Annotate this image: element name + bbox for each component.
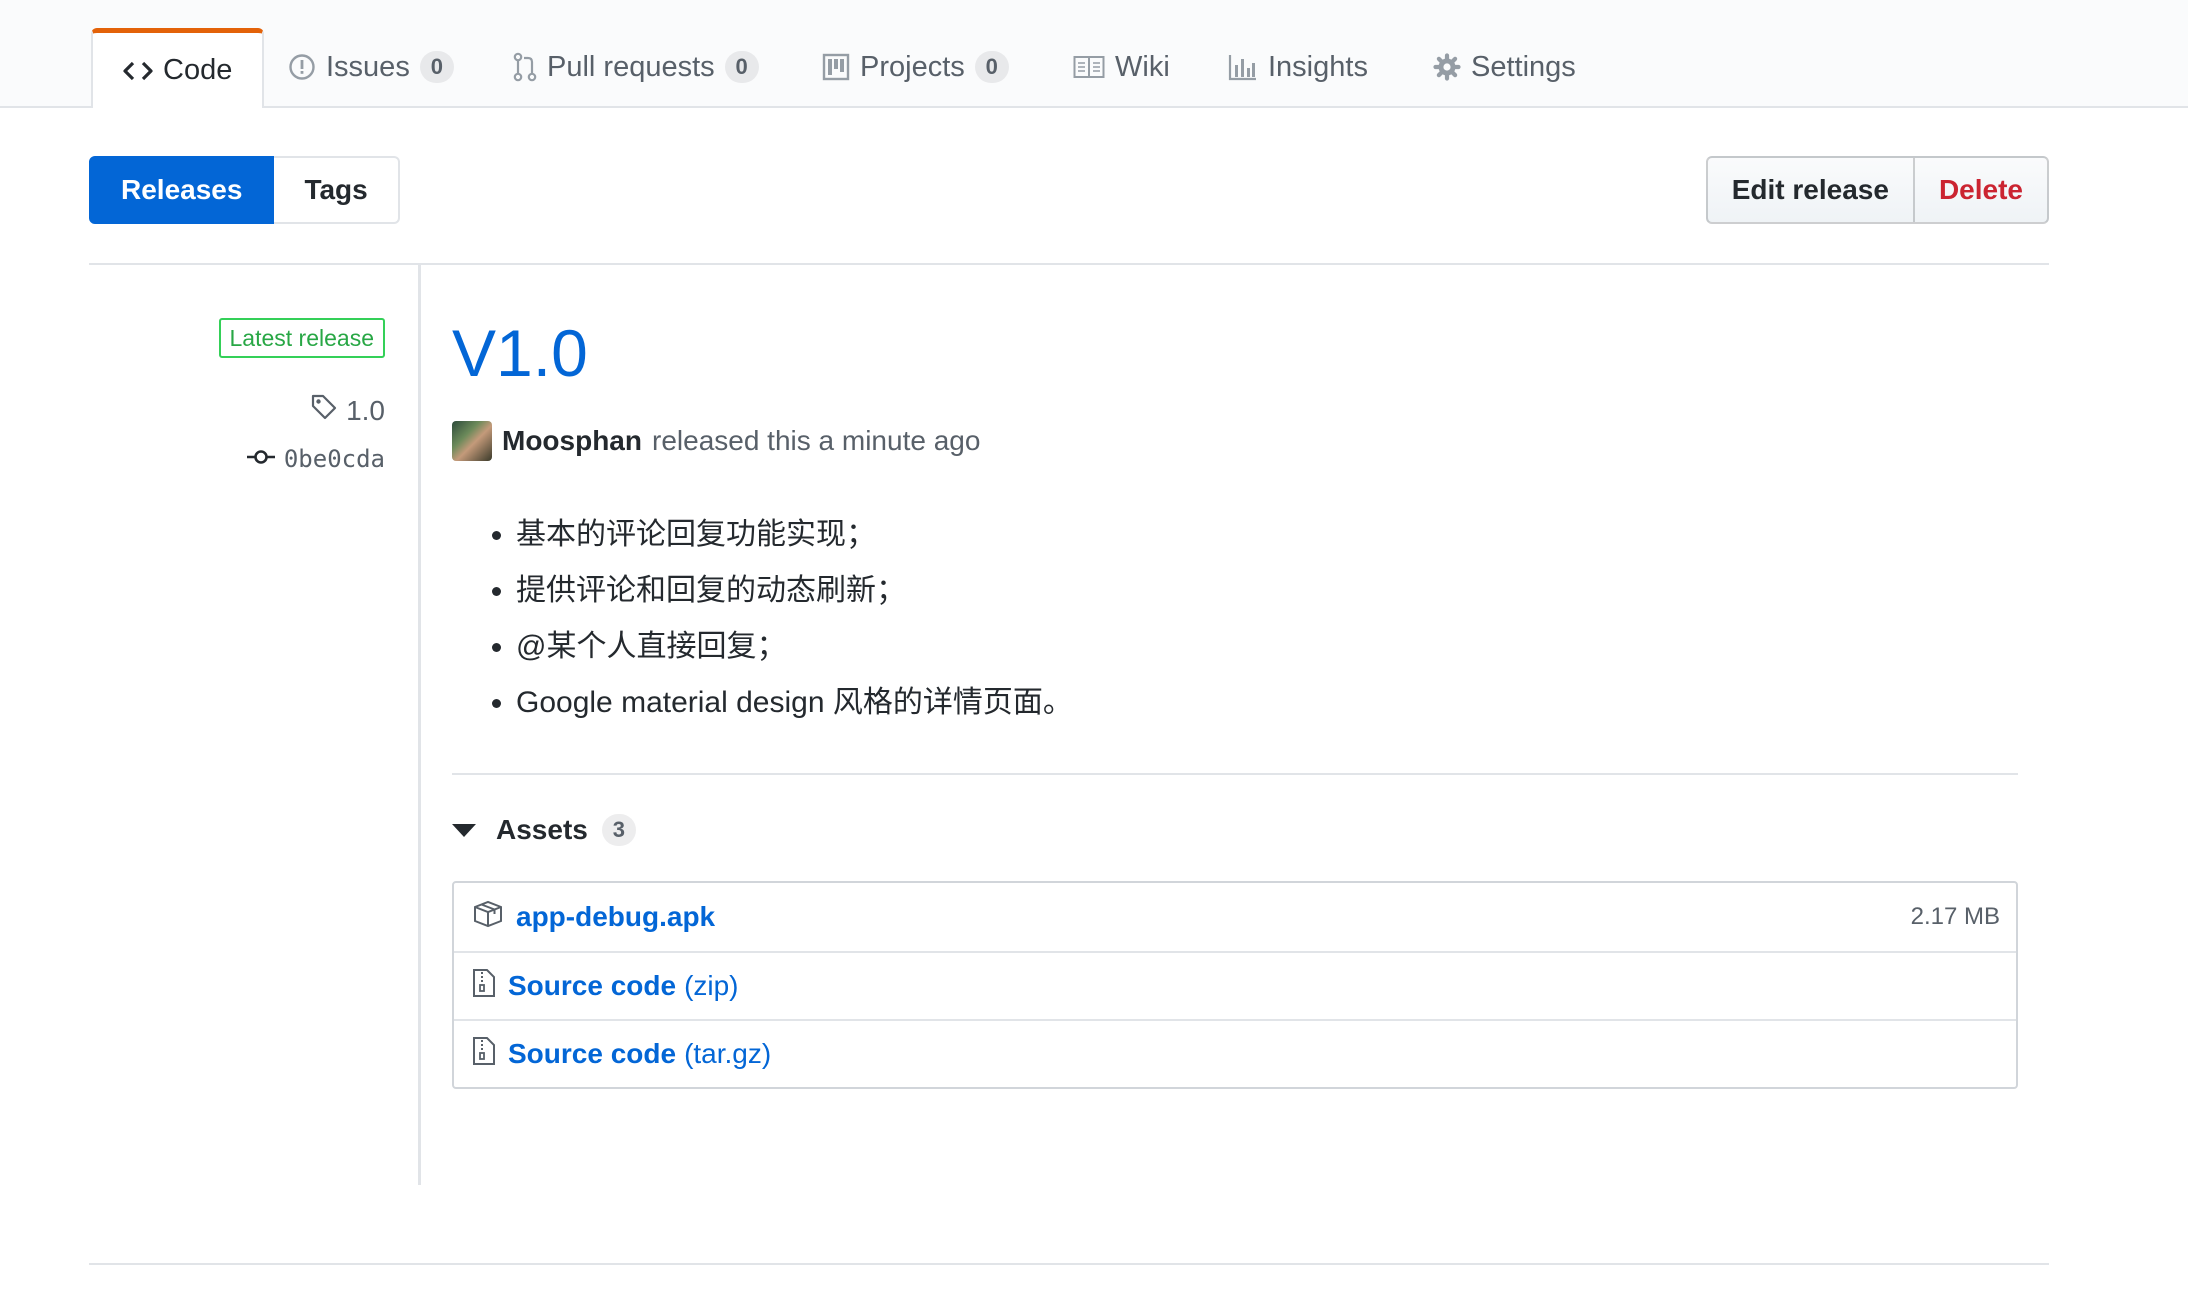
divider bbox=[452, 773, 2018, 775]
tab-pull-requests[interactable]: Pull requests 0 bbox=[483, 28, 789, 106]
author-link[interactable]: Moosphan bbox=[502, 425, 642, 457]
tab-insights-label: Insights bbox=[1268, 50, 1368, 83]
assets-list: app-debug.apk 2.17 MB Source code (zip) S… bbox=[452, 881, 2018, 1089]
pull-requests-counter: 0 bbox=[724, 51, 759, 83]
release-time: released this a minute ago bbox=[652, 425, 981, 456]
tab-projects-label: Projects bbox=[860, 50, 965, 83]
release-commit-sha: 0be0cda bbox=[283, 445, 385, 473]
book-icon bbox=[1073, 55, 1105, 79]
issues-counter: 0 bbox=[419, 51, 454, 83]
source-code-zip-link[interactable]: Source code (zip) bbox=[508, 970, 739, 1002]
tab-issues-label: Issues bbox=[326, 50, 410, 83]
release-tag-link[interactable]: 1.0 bbox=[310, 393, 385, 428]
release-commit-link[interactable]: 0be0cda bbox=[246, 445, 385, 473]
list-item: 基本的评论回复功能实现； bbox=[516, 507, 1073, 563]
code-icon bbox=[123, 60, 153, 82]
graph-icon bbox=[1228, 53, 1258, 81]
list-item: 提供评论和回复的动态刷新； bbox=[516, 563, 1073, 619]
release-tag: 1.0 bbox=[346, 394, 385, 426]
triangle-down-icon bbox=[452, 823, 476, 837]
asset-format: (tar.gz) bbox=[684, 1038, 772, 1069]
release-byline: Moosphan released this a minute ago bbox=[452, 420, 980, 462]
asset-name: Source code bbox=[508, 970, 677, 1001]
project-icon bbox=[822, 53, 850, 81]
gear-icon bbox=[1433, 53, 1461, 81]
tab-wiki[interactable]: Wiki bbox=[1043, 28, 1200, 106]
assets-counter: 3 bbox=[601, 814, 636, 846]
tab-issues[interactable]: Issues 0 bbox=[258, 28, 484, 106]
projects-counter: 0 bbox=[974, 51, 1009, 83]
tab-code-label: Code bbox=[163, 54, 233, 86]
asset-format: (zip) bbox=[684, 970, 739, 1001]
file-zip-icon bbox=[472, 1036, 496, 1073]
tab-settings-label: Settings bbox=[1471, 50, 1576, 83]
release-notes: 基本的评论回复功能实现； 提供评论和回复的动态刷新； @某个人直接回复； Goo… bbox=[452, 507, 1073, 731]
source-code-tar-link[interactable]: Source code (tar.gz) bbox=[508, 1038, 771, 1070]
assets-label: Assets bbox=[496, 814, 588, 845]
delete-button[interactable]: Delete bbox=[1914, 156, 2049, 224]
assets-toggle[interactable]: Assets 3 bbox=[452, 810, 636, 850]
tab-pull-requests-label: Pull requests bbox=[547, 50, 715, 83]
git-commit-icon bbox=[246, 445, 276, 473]
tab-wiki-label: Wiki bbox=[1115, 50, 1170, 83]
release-actions: Edit release Delete bbox=[1705, 156, 2049, 224]
tab-code[interactable]: Code bbox=[91, 28, 265, 108]
releases-tab[interactable]: Releases bbox=[89, 156, 275, 224]
releases-subnav: Releases Tags bbox=[89, 156, 400, 224]
file-zip-icon bbox=[472, 968, 496, 1005]
tab-settings[interactable]: Settings bbox=[1403, 28, 1606, 106]
tags-tab[interactable]: Tags bbox=[274, 156, 400, 224]
git-pull-request-icon bbox=[513, 52, 537, 82]
issue-opened-icon bbox=[288, 53, 316, 81]
asset-row: Source code (zip) bbox=[454, 951, 2016, 1019]
tab-insights[interactable]: Insights bbox=[1198, 28, 1398, 106]
asset-size: 2.17 MB bbox=[1910, 903, 2000, 930]
avatar[interactable] bbox=[452, 421, 492, 461]
release-title[interactable]: V1.0 bbox=[452, 320, 588, 386]
release-meta: Latest release 1.0 0be0cda bbox=[89, 265, 421, 1185]
package-icon bbox=[472, 899, 504, 936]
edit-release-button[interactable]: Edit release bbox=[1705, 156, 1915, 224]
asset-download-link[interactable]: app-debug.apk bbox=[516, 901, 715, 933]
tag-icon bbox=[310, 393, 338, 428]
latest-release-badge: Latest release bbox=[218, 318, 385, 358]
list-item: Google material design 风格的详情页面。 bbox=[516, 675, 1073, 731]
tab-projects[interactable]: Projects 0 bbox=[792, 28, 1039, 106]
repo-nav: Code Issues 0 Pull requests 0 Projects 0… bbox=[0, 0, 2188, 108]
list-item: @某个人直接回复； bbox=[516, 619, 1073, 675]
asset-row: Source code (tar.gz) bbox=[454, 1019, 2016, 1087]
divider bbox=[89, 1263, 2049, 1265]
asset-row: app-debug.apk 2.17 MB bbox=[454, 883, 2016, 951]
asset-name: Source code bbox=[508, 1038, 677, 1069]
